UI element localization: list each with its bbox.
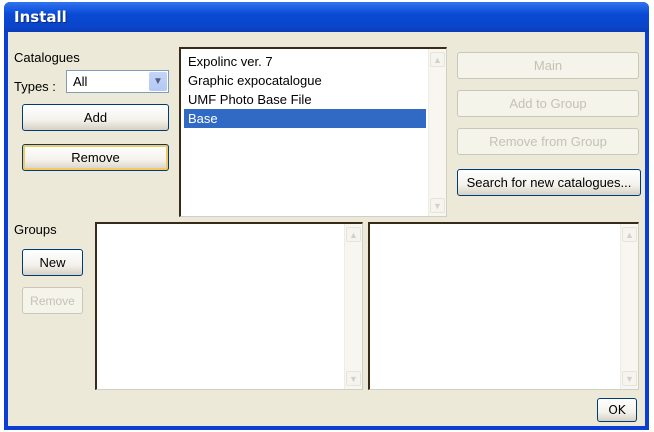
groups-list[interactable]: ▲ ▼ [95, 222, 363, 390]
remove-catalogue-button[interactable]: Remove [22, 144, 169, 171]
group-contents-list[interactable]: ▲ ▼ [368, 222, 639, 390]
list-item-label: Base [188, 111, 218, 126]
add-to-group-label: Add to Group [509, 96, 587, 111]
types-value: All [73, 74, 88, 89]
search-catalogues-button[interactable]: Search for new catalogues... [457, 169, 641, 196]
title-bar[interactable]: Install [4, 2, 649, 32]
dialog-body: Catalogues Types : All ▼ Add Remove Expo… [8, 32, 645, 426]
scroll-up-icon[interactable]: ▲ [622, 227, 637, 242]
list-item[interactable]: UMF Photo Base File [184, 90, 426, 109]
remove-from-group-button[interactable]: Remove from Group [457, 128, 639, 155]
list-item[interactable]: Expolinc ver. 7 [184, 52, 426, 71]
search-catalogues-label: Search for new catalogues... [466, 175, 632, 190]
remove-group-label: Remove [30, 293, 75, 308]
new-group-button[interactable]: New [22, 249, 83, 276]
scroll-down-icon[interactable]: ▼ [346, 371, 361, 386]
list-item[interactable]: Graphic expocatalogue [184, 71, 426, 90]
remove-from-group-label: Remove from Group [489, 134, 607, 149]
scroll-up-icon[interactable]: ▲ [430, 52, 445, 67]
main-button[interactable]: Main [457, 52, 639, 79]
catalogue-scrollbar[interactable]: ▲ ▼ [428, 49, 446, 216]
list-item-selected[interactable]: Base [184, 109, 426, 128]
ok-label: OK [608, 403, 626, 417]
install-window: Install Catalogues Types : All ▼ Add Rem… [4, 2, 649, 430]
catalogue-list[interactable]: Expolinc ver. 7 Graphic expocatalogue UM… [179, 47, 447, 217]
scroll-down-icon[interactable]: ▼ [430, 198, 445, 213]
catalogues-label: Catalogues [14, 50, 80, 65]
window-title: Install [14, 8, 67, 26]
group-contents-scrollbar[interactable]: ▲ ▼ [620, 224, 638, 389]
list-item-label: Graphic expocatalogue [188, 73, 322, 88]
main-button-label: Main [533, 58, 563, 73]
types-label: Types : [14, 79, 56, 94]
remove-catalogue-label: Remove [71, 150, 120, 165]
scroll-down-icon[interactable]: ▼ [622, 371, 637, 386]
add-to-group-button[interactable]: Add to Group [457, 90, 639, 117]
remove-group-button[interactable]: Remove [22, 287, 83, 314]
scroll-up-icon[interactable]: ▲ [346, 227, 361, 242]
ok-button[interactable]: OK [597, 398, 637, 422]
add-catalogue-button[interactable]: Add [22, 104, 169, 131]
groups-label: Groups [14, 222, 57, 237]
add-catalogue-label: Add [83, 110, 108, 125]
types-dropdown[interactable]: All ▼ [66, 70, 169, 93]
list-item-label: UMF Photo Base File [188, 92, 312, 107]
list-item-label: Expolinc ver. 7 [188, 54, 273, 69]
groups-scrollbar[interactable]: ▲ ▼ [344, 224, 362, 389]
chevron-down-icon[interactable]: ▼ [149, 72, 167, 91]
new-group-label: New [39, 255, 66, 270]
